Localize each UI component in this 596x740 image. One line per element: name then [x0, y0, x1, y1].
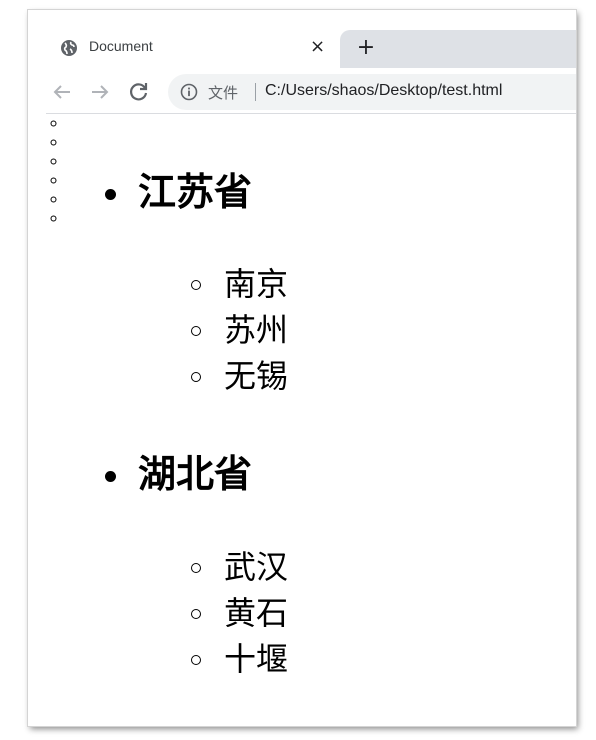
- browser-window: Document × + 文件 C:/Users/shaos/Desktop/t…: [28, 10, 576, 726]
- city-name: 苏州: [224, 311, 289, 349]
- globe-icon: [61, 40, 77, 56]
- circle-bullet: [191, 609, 201, 619]
- page-content: 江苏省 南京 苏州 无锡: [28, 114, 576, 726]
- city-name: 武汉: [224, 548, 289, 586]
- city-name: 黄石: [224, 594, 289, 632]
- arrow-right-icon[interactable]: [88, 80, 112, 104]
- url-text[interactable]: C:/Users/shaos/Desktop/test.html: [265, 82, 502, 100]
- tab-document[interactable]: Document ×: [48, 34, 348, 64]
- tab-strip: Document × +: [28, 10, 576, 68]
- city-list: 南京 苏州 无锡: [28, 114, 576, 395]
- arrow-left-icon[interactable]: [50, 80, 74, 104]
- circle-bullet: [191, 280, 201, 290]
- province-item: 江苏省 南京 苏州 无锡: [28, 114, 576, 395]
- close-tab-icon[interactable]: ×: [310, 37, 325, 57]
- city-item: 苏州: [68, 133, 576, 349]
- city-name: 十堰: [224, 640, 289, 678]
- city-name: 无锡: [224, 357, 289, 395]
- circle-bullet: [191, 372, 201, 382]
- city-item: 南京: [68, 114, 576, 303]
- scheme-label: 文件: [208, 84, 239, 102]
- circle-bullet: [191, 563, 201, 573]
- disc-bullet: [105, 189, 116, 200]
- province-list: 江苏省 南京 苏州 无锡: [28, 114, 576, 678]
- new-tab-button[interactable]: +: [354, 36, 378, 60]
- info-icon[interactable]: [180, 83, 198, 101]
- address-bar[interactable]: 文件 C:/Users/shaos/Desktop/test.html: [168, 74, 576, 110]
- city-name: 南京: [224, 265, 289, 303]
- city-item: 无锡: [68, 152, 576, 395]
- address-divider: [255, 83, 256, 101]
- toolbar: 文件 C:/Users/shaos/Desktop/test.html: [28, 70, 576, 114]
- tab-strip-background: +: [340, 30, 576, 68]
- circle-bullet: [191, 326, 201, 336]
- province-name: 江苏省: [138, 170, 253, 214]
- reload-icon[interactable]: [127, 80, 151, 104]
- circle-bullet: [191, 655, 201, 665]
- disc-bullet: [105, 471, 116, 482]
- tab-title: Document: [89, 38, 153, 54]
- province-name: 湖北省: [138, 452, 253, 496]
